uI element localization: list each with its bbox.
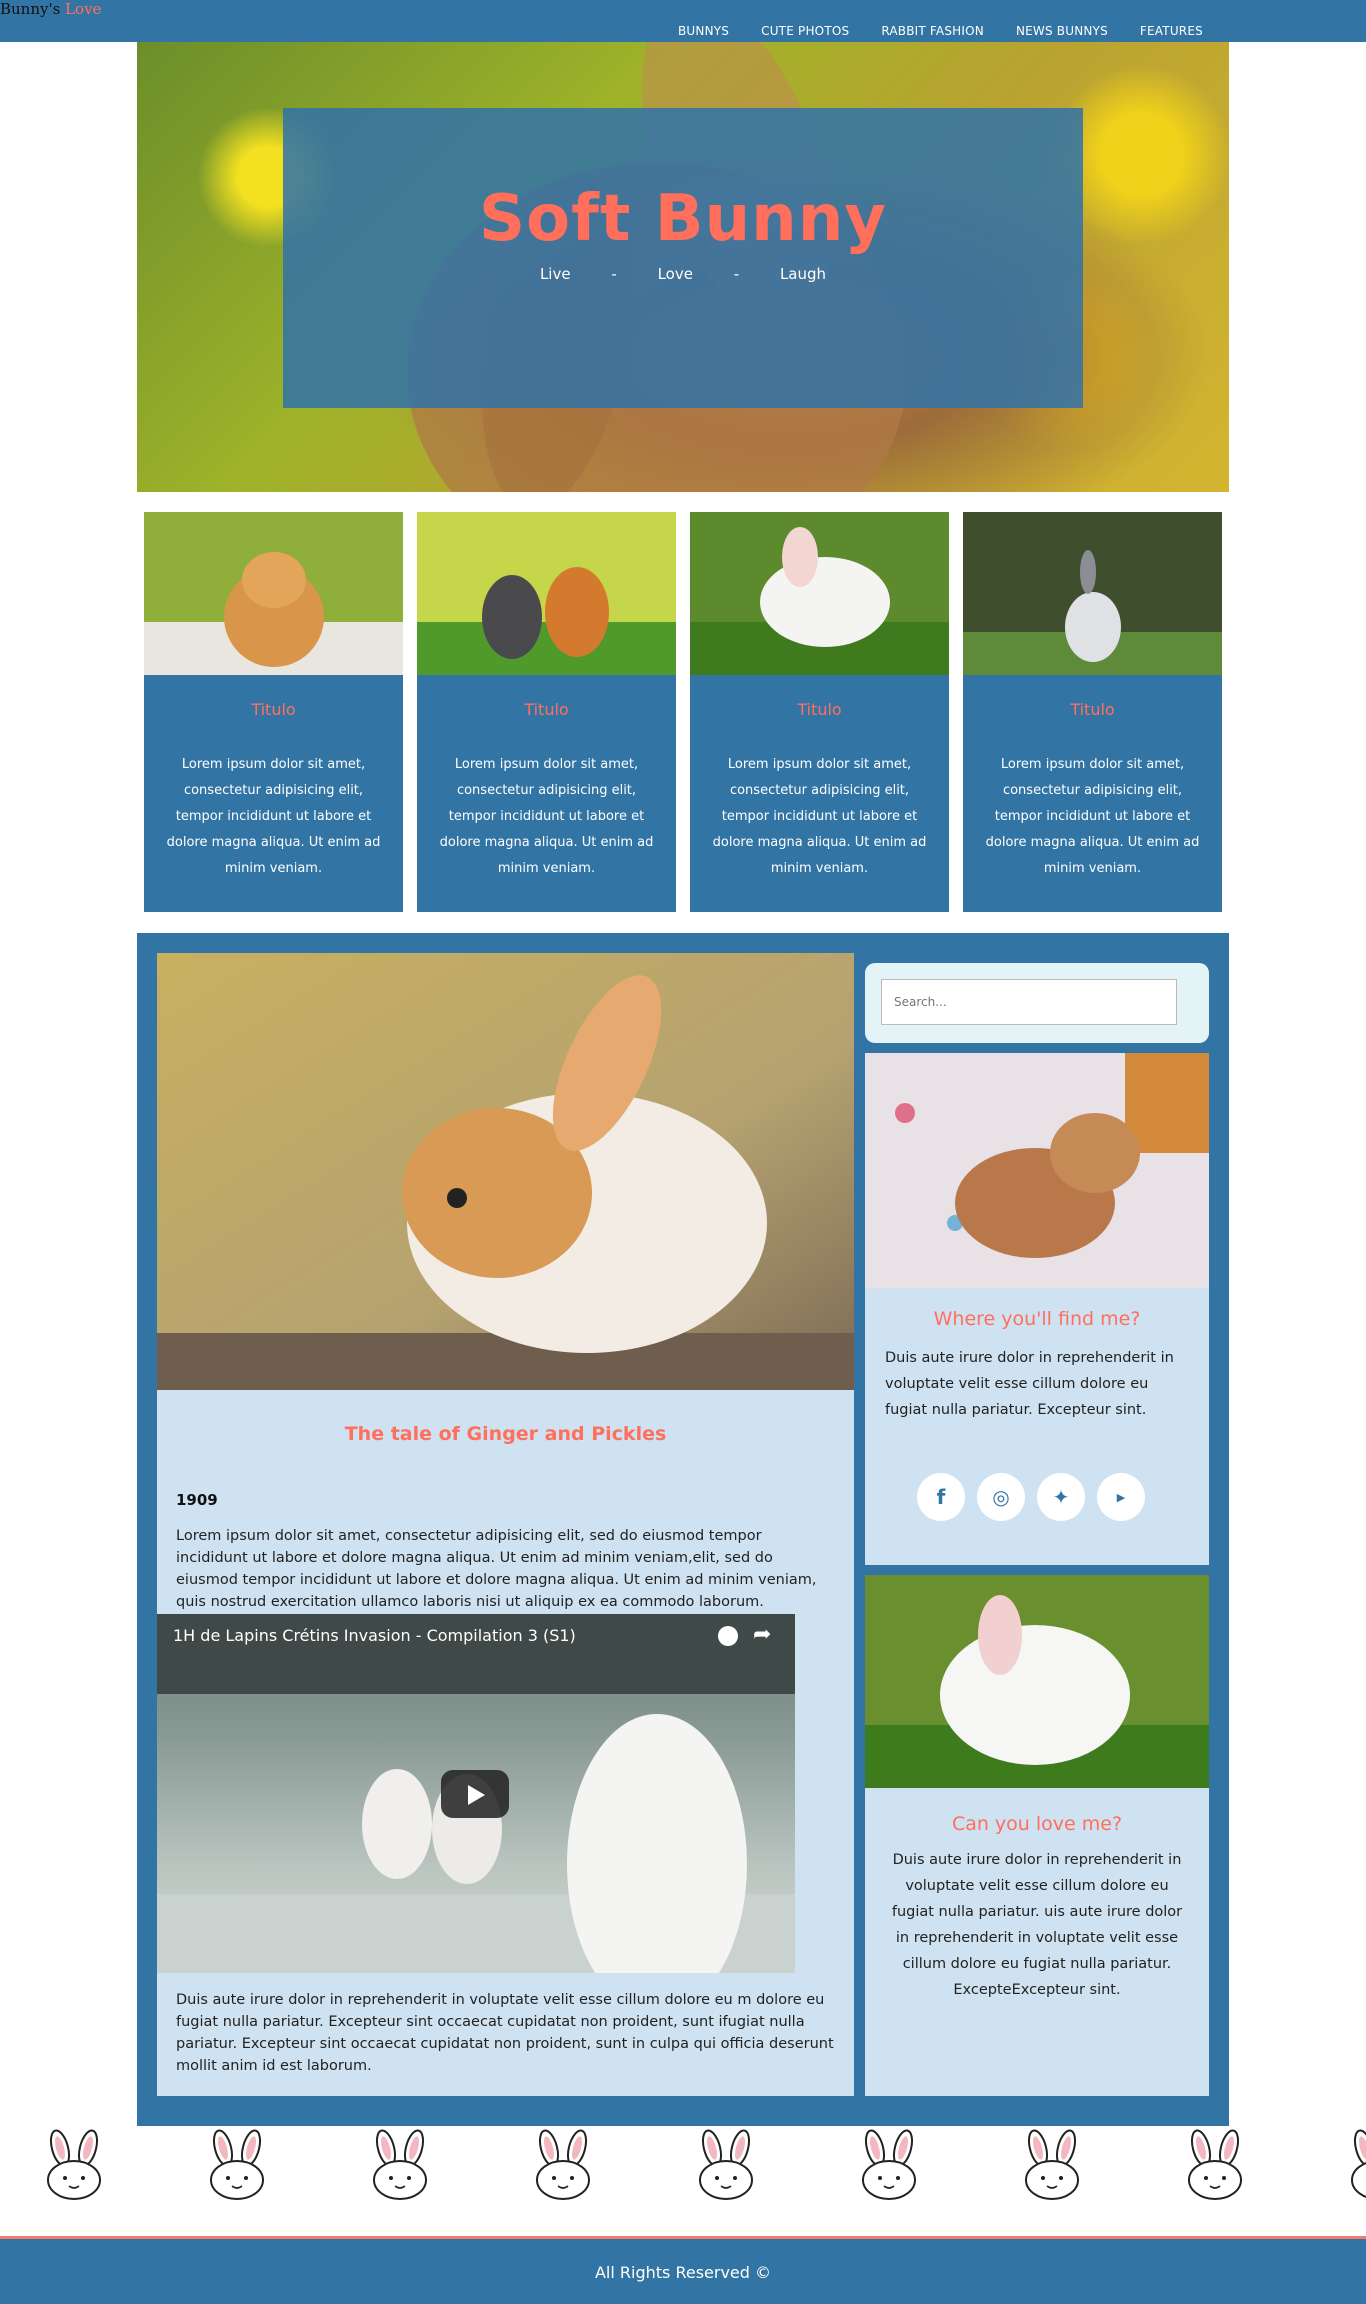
tagline-dash-1: - [611, 265, 617, 283]
footer: All Rights Reserved © [0, 2236, 1366, 2304]
bunny-icon [210, 2129, 264, 2200]
hero-overlay: Soft Bunny Live - Love - Laugh [283, 108, 1083, 408]
instagram-icon[interactable]: ◎ [977, 1473, 1025, 1521]
card-title: Titulo [524, 700, 569, 719]
top-navbar: Bunny's Love BUNNYS CUTE PHOTOS RABBIT F… [0, 0, 1366, 42]
sidebar-box: Can you love me? Duis aute irure dolor i… [865, 1575, 1209, 2096]
card-text: Lorem ipsum dolor sit amet, consectetur … [712, 757, 927, 876]
main-content: The tale of Ginger and Pickles 1909 Lore… [137, 933, 1229, 2126]
card[interactable]: Titulo Lorem ipsum dolor sit amet, conse… [417, 512, 676, 912]
bunny-icon [862, 2129, 916, 2200]
bunny-icon [47, 2129, 101, 2200]
bunny-decoration-strip [0, 2128, 1366, 2200]
card-photo [690, 512, 949, 675]
card[interactable]: Titulo Lorem ipsum dolor sit amet, conse… [690, 512, 949, 912]
feature-cards: Titulo Lorem ipsum dolor sit amet, conse… [144, 512, 1224, 912]
brand-accent: Love [65, 0, 102, 18]
tagline-live: Live [539, 265, 571, 283]
article-paragraph: Lorem ipsum dolor sit amet, consectetur … [176, 1528, 817, 1610]
bunny-icon [536, 2129, 590, 2200]
nav-item-rabbit-fashion[interactable]: RABBIT FASHION [881, 24, 984, 38]
card-text: Lorem ipsum dolor sit amet, consectetur … [439, 757, 654, 876]
nav-item-bunnys[interactable]: BUNNYS [678, 24, 729, 38]
card-title: Titulo [1070, 700, 1115, 719]
bunny-icon [1025, 2129, 1079, 2200]
play-button[interactable] [441, 1770, 509, 1818]
video-player[interactable]: 1H de Lapins Crétins Invasion - Compilat… [157, 1614, 795, 1973]
hero-banner: Soft Bunny Live - Love - Laugh [137, 42, 1229, 492]
sidebar-title: Can you love me? [951, 1813, 1123, 1835]
sidebar-title: Where you'll find me? [933, 1308, 1141, 1330]
card-photo [963, 512, 1222, 675]
bunny-icon [373, 2129, 427, 2200]
article-paragraph: Duis aute irure dolor in reprehenderit i… [176, 1992, 834, 2074]
tagline-laugh: Laugh [779, 265, 827, 283]
bunny-icon [699, 2129, 753, 2200]
video-title[interactable]: 1H de Lapins Crétins Invasion - Compilat… [173, 1626, 576, 1645]
card-photo [144, 512, 403, 675]
sidebar-photo [865, 1575, 1209, 1788]
tagline-love: Love [657, 265, 693, 283]
youtube-icon[interactable]: ▶ [1097, 1473, 1145, 1521]
main-nav: BUNNYS CUTE PHOTOS RABBIT FASHION NEWS B… [678, 24, 1235, 38]
facebook-icon[interactable]: f [917, 1473, 965, 1521]
brand-name: Bunny's [0, 0, 61, 18]
bunny-icon [1188, 2129, 1242, 2200]
nav-item-cute-photos[interactable]: CUTE PHOTOS [761, 24, 849, 38]
social-links: f ◎ ✦ ▶ [917, 1473, 1145, 1521]
card-title: Titulo [797, 700, 842, 719]
article: The tale of Ginger and Pickles 1909 Lore… [157, 953, 854, 2096]
brand-logo[interactable]: Bunny's Love [0, 0, 101, 18]
search-input[interactable] [881, 979, 1177, 1025]
card[interactable]: Titulo Lorem ipsum dolor sit amet, conse… [963, 512, 1222, 912]
hero-tagline: Live - Love - Laugh [283, 265, 1083, 283]
sidebar: Where you'll find me? Duis aute irure do… [865, 933, 1209, 2096]
card-text: Lorem ipsum dolor sit amet, consectetur … [985, 757, 1200, 876]
sidebar-text: Duis aute irure dolor in reprehenderit i… [891, 1852, 1183, 1998]
article-photo [157, 953, 854, 1390]
card-text: Lorem ipsum dolor sit amet, consectetur … [166, 757, 381, 876]
article-title: The tale of Ginger and Pickles [344, 1423, 667, 1445]
sidebar-box: Where you'll find me? Duis aute irure do… [865, 1053, 1209, 1565]
sidebar-text: Duis aute irure dolor in reprehenderit i… [885, 1350, 1174, 1418]
search-box [865, 963, 1209, 1043]
watch-later-icon[interactable] [718, 1626, 738, 1646]
nav-item-features[interactable]: FEATURES [1140, 24, 1203, 38]
share-icon[interactable]: ➦ [753, 1624, 771, 1646]
hero-title: Soft Bunny [479, 182, 887, 256]
footer-copyright: All Rights Reserved © [594, 2263, 772, 2282]
card-title: Titulo [251, 700, 296, 719]
card-photo [417, 512, 676, 675]
sidebar-photo [865, 1053, 1209, 1288]
twitter-icon[interactable]: ✦ [1037, 1473, 1085, 1521]
nav-item-news-bunnys[interactable]: NEWS BUNNYS [1016, 24, 1108, 38]
tagline-dash-2: - [733, 265, 740, 283]
bunny-icon [1351, 2129, 1366, 2198]
article-year: 1909 [176, 1491, 218, 1509]
card[interactable]: Titulo Lorem ipsum dolor sit amet, conse… [144, 512, 403, 912]
